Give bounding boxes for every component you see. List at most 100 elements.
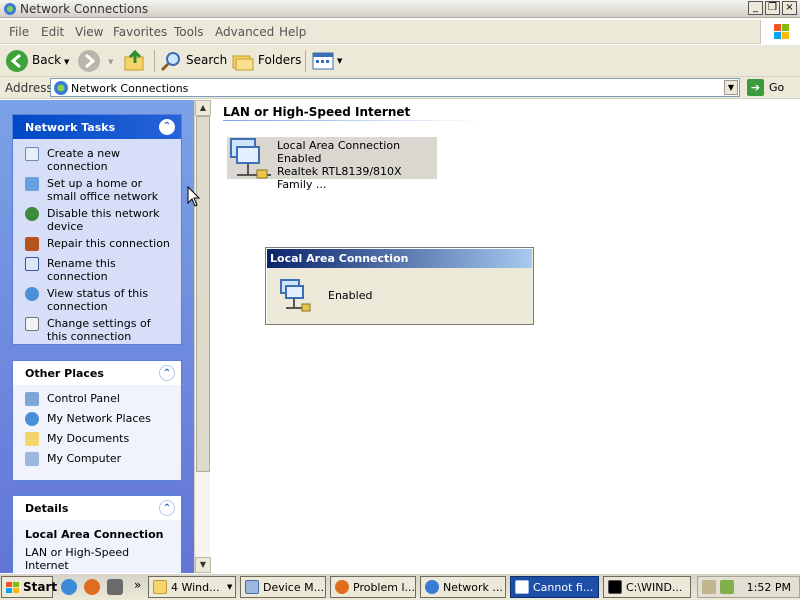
chevron-down-icon: ▼ — [108, 58, 114, 66]
place-my-documents[interactable]: My Documents — [23, 432, 173, 448]
toolbar-separator — [305, 50, 306, 72]
task-label: Rename this connection — [47, 257, 116, 283]
address-input[interactable]: Network Connections ▼ — [50, 78, 740, 97]
folder-icon — [153, 580, 167, 594]
app-icon[interactable] — [107, 579, 123, 595]
taskbar-button-label: 4 Wind... — [171, 581, 220, 594]
task-rename-connection[interactable]: Rename this connection — [23, 257, 173, 283]
taskbar-button-cmd[interactable]: C:\WIND... — [603, 576, 691, 598]
mouse-cursor-icon — [187, 185, 201, 211]
task-label: Create a new connection — [47, 147, 121, 173]
group-divider — [223, 120, 483, 121]
window-icon — [515, 580, 529, 594]
computer-icon — [25, 452, 39, 466]
task-create-connection[interactable]: Create a new connection — [23, 147, 173, 173]
network-tasks-header[interactable]: Network Tasks ⌃ — [13, 115, 181, 139]
menu-tools[interactable]: Tools — [174, 25, 204, 39]
control-panel-icon — [25, 392, 39, 406]
firefox-icon[interactable] — [84, 579, 100, 595]
network-places-icon — [25, 412, 39, 426]
firefox-icon — [335, 580, 349, 594]
place-label: My Documents — [47, 432, 130, 445]
task-view-status[interactable]: View status of this connection — [23, 287, 173, 313]
taskbar-button-windows[interactable]: 4 Wind... ▼ — [148, 576, 236, 598]
start-button[interactable]: Start — [1, 576, 57, 598]
task-label: Set up a home or small office network — [47, 177, 159, 203]
collapse-icon[interactable]: ⌃ — [159, 119, 175, 135]
popup-title: Local Area Connection — [267, 249, 532, 268]
menu-edit[interactable]: Edit — [41, 25, 64, 39]
search-button[interactable]: Search — [159, 48, 228, 74]
place-control-panel[interactable]: Control Panel — [23, 392, 173, 408]
task-repair-connection[interactable]: Repair this connection — [23, 237, 173, 253]
rename-icon — [25, 257, 39, 271]
menu-help[interactable]: Help — [279, 25, 306, 39]
place-label: Control Panel — [47, 392, 120, 405]
taskbar-button-problem[interactable]: Problem l... — [330, 576, 416, 598]
go-arrow-icon: ➔ — [747, 79, 764, 96]
lan-connection-icon — [278, 278, 314, 317]
documents-icon — [25, 432, 39, 446]
close-button[interactable]: × — [782, 1, 797, 15]
taskbar-button-label: Problem l... — [353, 581, 416, 594]
chevron-down-icon: ▼ — [227, 583, 233, 591]
chevron-right-icon[interactable]: » — [134, 578, 141, 592]
menu-favorites[interactable]: Favorites — [113, 25, 167, 39]
taskbar-button-label: Network ... — [443, 581, 503, 594]
menu-file[interactable]: File — [9, 25, 29, 39]
start-label: Start — [23, 580, 58, 594]
other-places-body: Control Panel My Network Places My Docum… — [13, 385, 181, 480]
details-type: LAN or High-Speed Internet — [25, 546, 130, 572]
details-header[interactable]: Details ⌃ — [13, 496, 181, 520]
address-dropdown-button[interactable]: ▼ — [724, 80, 738, 95]
collapse-icon[interactable]: ⌃ — [159, 365, 175, 381]
views-button[interactable]: ▼ — [310, 49, 346, 73]
connection-item[interactable]: Local Area Connection Enabled Realtek RT… — [227, 137, 437, 191]
taskbar-button-device-manager[interactable]: Device M... — [240, 576, 326, 598]
ie-icon[interactable] — [61, 579, 77, 595]
chevron-down-icon: ▼ — [337, 57, 343, 65]
scroll-up-button[interactable]: ▲ — [195, 100, 211, 116]
network-tasks-panel: Network Tasks ⌃ Create a new connection … — [12, 114, 182, 345]
go-button[interactable]: ➔ Go — [745, 78, 795, 97]
lan-connection-icon — [227, 137, 275, 186]
folders-button[interactable]: Folders — [230, 48, 301, 74]
place-network-places[interactable]: My Network Places — [23, 412, 173, 428]
taskbar-button-network[interactable]: Network ... — [420, 576, 506, 598]
home-network-icon — [25, 177, 39, 191]
other-places-header[interactable]: Other Places ⌃ — [13, 361, 181, 385]
up-folder-button[interactable] — [123, 49, 147, 73]
task-label: Repair this connection — [47, 237, 170, 250]
details-title: Details — [25, 502, 69, 515]
restore-button[interactable]: ❐ — [765, 1, 780, 15]
taskbar-button-label: Cannot fi... — [533, 581, 594, 594]
forward-arrow-icon — [78, 50, 100, 72]
task-disable-device[interactable]: Disable this network device — [23, 207, 173, 233]
task-label: View status of this connection — [47, 287, 149, 313]
collapse-icon[interactable]: ⌃ — [159, 500, 175, 516]
tray-network-icon[interactable] — [720, 580, 734, 594]
search-label: Search — [186, 53, 228, 67]
task-pane: Network Tasks ⌃ Create a new connection … — [0, 100, 195, 575]
network-tasks-title: Network Tasks — [25, 121, 116, 134]
forward-button[interactable]: ▼ — [77, 48, 117, 74]
scroll-thumb[interactable] — [196, 116, 210, 472]
popup-status: Enabled — [328, 289, 373, 302]
place-label: My Computer — [47, 452, 122, 465]
place-label: My Network Places — [47, 412, 151, 425]
tray-tools-icon[interactable] — [702, 580, 716, 594]
taskbar-button-cannot-find[interactable]: Cannot fi... — [510, 576, 599, 598]
task-change-settings[interactable]: Change settings of this connection — [23, 317, 173, 343]
task-home-network[interactable]: Set up a home or small office network — [23, 177, 173, 203]
scroll-down-button[interactable]: ▼ — [195, 557, 211, 573]
vertical-scrollbar[interactable]: ▲ ▼ — [194, 100, 211, 573]
other-places-title: Other Places — [25, 367, 104, 380]
menu-view[interactable]: View — [75, 25, 103, 39]
minimize-button[interactable]: _ — [748, 1, 763, 15]
settings-icon — [25, 317, 39, 331]
menu-advanced[interactable]: Advanced — [215, 25, 274, 39]
menu-bar: File Edit View Favorites Tools Advanced … — [0, 20, 800, 44]
place-my-computer[interactable]: My Computer — [23, 452, 173, 468]
back-arrow-icon — [6, 50, 28, 72]
back-button[interactable]: Back ▼ — [4, 48, 72, 74]
